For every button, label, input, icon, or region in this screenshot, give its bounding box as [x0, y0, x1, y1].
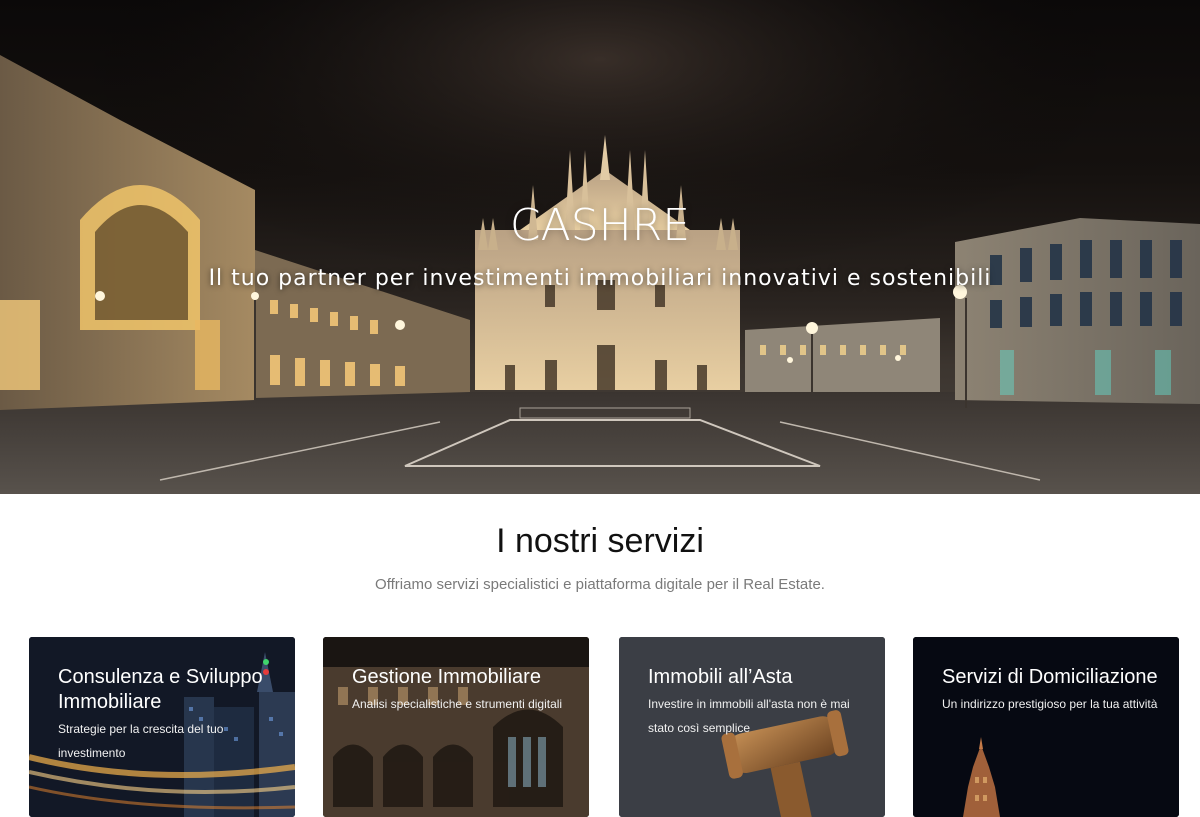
- service-card-text: Gestione Immobiliare Analisi specialisti…: [352, 665, 573, 716]
- service-card-title: Servizi di Domiciliazione: [942, 666, 1158, 688]
- hero-banner: CASHRE Il tuo partner per investimenti i…: [0, 0, 1200, 494]
- service-card-title: Gestione Immobiliare: [352, 666, 541, 688]
- service-card-title: Immobili all’Asta: [648, 666, 793, 688]
- service-card-aste[interactable]: Immobili all’Asta Investire in immobili …: [619, 637, 885, 817]
- service-card-text: Servizi di Domiciliazione Un indirizzo p…: [942, 665, 1163, 716]
- service-card-description: Investire in immobili all'asta non è mai…: [648, 697, 850, 735]
- service-card-description: Strategie per la crescita del tuo invest…: [58, 722, 224, 760]
- service-card-description: Analisi specialistiche e strumenti digit…: [352, 697, 563, 711]
- building-arcade-image: [323, 637, 589, 817]
- service-card-consulenza[interactable]: Consulenza e Sviluppo Immobiliare Strate…: [29, 637, 295, 817]
- service-card-gestione[interactable]: Gestione Immobiliare Analisi specialisti…: [323, 637, 589, 817]
- hero-title: CASHRE: [509, 200, 691, 251]
- hero-subtitle: Il tuo partner per investimenti immobili…: [208, 266, 992, 291]
- service-card-text: Consulenza e Sviluppo Immobiliare Strate…: [58, 665, 279, 765]
- service-card-description: Un indirizzo prestigioso per la tua atti…: [942, 697, 1158, 711]
- service-card-domiciliazione[interactable]: Servizi di Domiciliazione Un indirizzo p…: [913, 637, 1179, 817]
- services-title: I nostri servizi: [496, 522, 704, 560]
- service-card-text: Immobili all’Asta Investire in immobili …: [648, 665, 869, 740]
- tower-night-image: [913, 637, 1179, 817]
- services-subtitle: Offriamo servizi specialistici e piattaf…: [375, 576, 825, 593]
- service-card-title: Consulenza e Sviluppo Immobiliare: [58, 666, 263, 713]
